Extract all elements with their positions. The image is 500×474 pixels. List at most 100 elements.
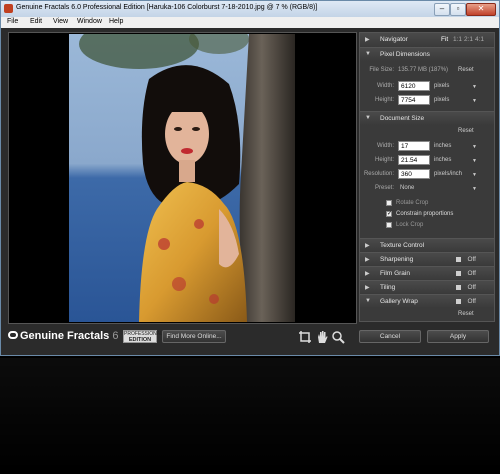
doc-width-input[interactable]: 17: [398, 141, 430, 151]
crop-icon[interactable]: [298, 330, 312, 344]
bottom-bar: Genuine Fractals 6 PROFESSIONAL EDITION …: [8, 326, 495, 348]
chevron-down-icon[interactable]: ▼: [472, 98, 477, 104]
preview-image: [69, 34, 295, 322]
menu-view[interactable]: View: [53, 18, 68, 25]
menu-bar: File Edit View Window Help: [1, 17, 499, 28]
texture-control-section[interactable]: ▶ Texture Control: [360, 238, 494, 252]
navigator-label: Navigator: [380, 36, 408, 43]
texture-control-label: Texture Control: [380, 242, 425, 249]
doc-height-input[interactable]: 21.54: [398, 155, 430, 165]
check-icon: ✓: [387, 211, 393, 217]
pixel-width-input[interactable]: 6120: [398, 81, 430, 91]
edition-line-2: EDITION: [128, 337, 152, 343]
gallery-wrap-reset-button[interactable]: Reset: [458, 311, 474, 317]
navigator-section[interactable]: ▶ Navigator Fit 1:1 2:1 4:1: [360, 33, 494, 47]
menu-edit[interactable]: Edit: [30, 18, 42, 25]
pixel-reset-button[interactable]: Reset: [458, 67, 474, 73]
document-size-label: Document Size: [380, 115, 425, 122]
sharpening-section[interactable]: ▶ Sharpening Off: [360, 252, 494, 266]
document-reset-button[interactable]: Reset: [458, 128, 474, 134]
tiling-section[interactable]: ▶ Tiling Off: [360, 280, 494, 294]
sharpening-label: Sharpening: [380, 256, 414, 263]
expand-icon: ▶: [365, 285, 370, 291]
app-window: Genuine Fractals 6.0 Professional Editio…: [0, 0, 500, 356]
image-canvas[interactable]: [8, 32, 357, 324]
genuine-fractals-logo: Genuine Fractals 6: [8, 330, 118, 342]
find-more-online-button[interactable]: Find More Online...: [162, 330, 226, 343]
zoom-4-1[interactable]: 4:1: [475, 36, 484, 43]
toggle-icon[interactable]: [456, 299, 461, 304]
minimize-button[interactable]: –: [434, 3, 450, 16]
gallery-wrap-section[interactable]: ▼ Gallery Wrap Off: [360, 294, 494, 308]
document-size-section[interactable]: ▼ Document Size: [360, 111, 494, 125]
preset-select[interactable]: None: [400, 185, 414, 191]
close-button[interactable]: ✕: [466, 3, 496, 16]
constrain-proportions-label: Constrain proportions: [396, 211, 454, 217]
collapse-icon: ▼: [365, 115, 371, 121]
chevron-down-icon[interactable]: ▼: [472, 172, 477, 178]
sharpening-state: Off: [467, 256, 476, 263]
expand-icon: ▶: [365, 37, 370, 43]
chevron-down-icon[interactable]: ▼: [472, 144, 477, 150]
doc-width-label: Width:: [376, 143, 394, 149]
pixel-height-label: Height:: [374, 97, 394, 103]
settings-panel: ▶ Navigator Fit 1:1 2:1 4:1 ▼ Pixel Dime…: [359, 32, 495, 322]
rotate-crop-label: Rotate Crop: [396, 200, 429, 206]
resolution-input[interactable]: 360: [398, 169, 430, 179]
pixel-dimensions-label: Pixel Dimensions: [380, 51, 430, 58]
expand-icon: ▶: [365, 257, 370, 263]
chevron-down-icon[interactable]: ▼: [472, 186, 477, 192]
gallery-wrap-label: Gallery Wrap: [380, 298, 418, 305]
zoom-fit[interactable]: Fit: [441, 36, 448, 43]
film-grain-section[interactable]: ▶ Film Grain Off: [360, 266, 494, 280]
resolution-label: Resolution:: [363, 171, 394, 177]
logo-version: 6: [112, 330, 119, 342]
pixel-height-unit[interactable]: pixels: [434, 97, 449, 103]
expand-icon: ▶: [365, 243, 370, 249]
hand-icon[interactable]: [315, 330, 329, 344]
window-title: Genuine Fractals 6.0 Professional Editio…: [16, 4, 318, 11]
file-size-label: File Size:: [369, 67, 394, 73]
constrain-proportions-checkbox[interactable]: ✓: [386, 211, 392, 217]
lock-crop-label: Lock Crop: [396, 222, 424, 228]
pixel-width-label: Width:: [376, 83, 394, 89]
reflection-fill: [0, 358, 500, 474]
logo-text: Genuine Fractals: [20, 330, 110, 342]
cancel-button[interactable]: Cancel: [359, 330, 421, 343]
film-grain-state: Off: [467, 270, 476, 277]
tiling-state: Off: [467, 284, 476, 291]
doc-height-unit[interactable]: inches: [434, 157, 451, 163]
toggle-icon[interactable]: [456, 257, 461, 262]
collapse-icon: ▼: [365, 51, 371, 57]
film-grain-label: Film Grain: [380, 270, 410, 277]
toggle-icon[interactable]: [456, 285, 461, 290]
edition-badge: PROFESSIONAL EDITION: [123, 330, 163, 343]
zoom-2-1[interactable]: 2:1: [464, 36, 473, 43]
chevron-down-icon[interactable]: ▼: [472, 84, 477, 90]
zoom-1-1[interactable]: 1:1: [453, 36, 462, 43]
gallery-wrap-state: Off: [467, 298, 476, 305]
window-reflection: [0, 358, 500, 474]
title-bar: Genuine Fractals 6.0 Professional Editio…: [1, 1, 499, 17]
doc-width-unit[interactable]: inches: [434, 143, 451, 149]
preset-label: Preset:: [374, 185, 394, 191]
zoom-icon[interactable]: [331, 330, 345, 344]
menu-window[interactable]: Window: [77, 18, 102, 25]
logo-icon: [8, 331, 18, 339]
menu-help[interactable]: Help: [109, 18, 123, 25]
chevron-down-icon[interactable]: ▼: [472, 158, 477, 164]
expand-icon: ▶: [365, 271, 370, 277]
apply-button[interactable]: Apply: [427, 330, 489, 343]
app-icon: [4, 4, 13, 13]
doc-height-label: Height:: [374, 157, 394, 163]
pixel-height-input[interactable]: 7754: [398, 95, 430, 105]
menu-file[interactable]: File: [7, 18, 18, 25]
restore-button[interactable]: ▫: [450, 3, 466, 16]
lock-crop-checkbox[interactable]: [386, 222, 392, 228]
resolution-unit[interactable]: pixels/inch: [434, 171, 462, 177]
pixel-dimensions-section[interactable]: ▼ Pixel Dimensions: [360, 47, 494, 61]
pixel-width-unit[interactable]: pixels: [434, 83, 449, 89]
rotate-crop-checkbox[interactable]: [386, 200, 392, 206]
tiling-label: Tiling: [380, 284, 396, 291]
toggle-icon[interactable]: [456, 271, 461, 276]
